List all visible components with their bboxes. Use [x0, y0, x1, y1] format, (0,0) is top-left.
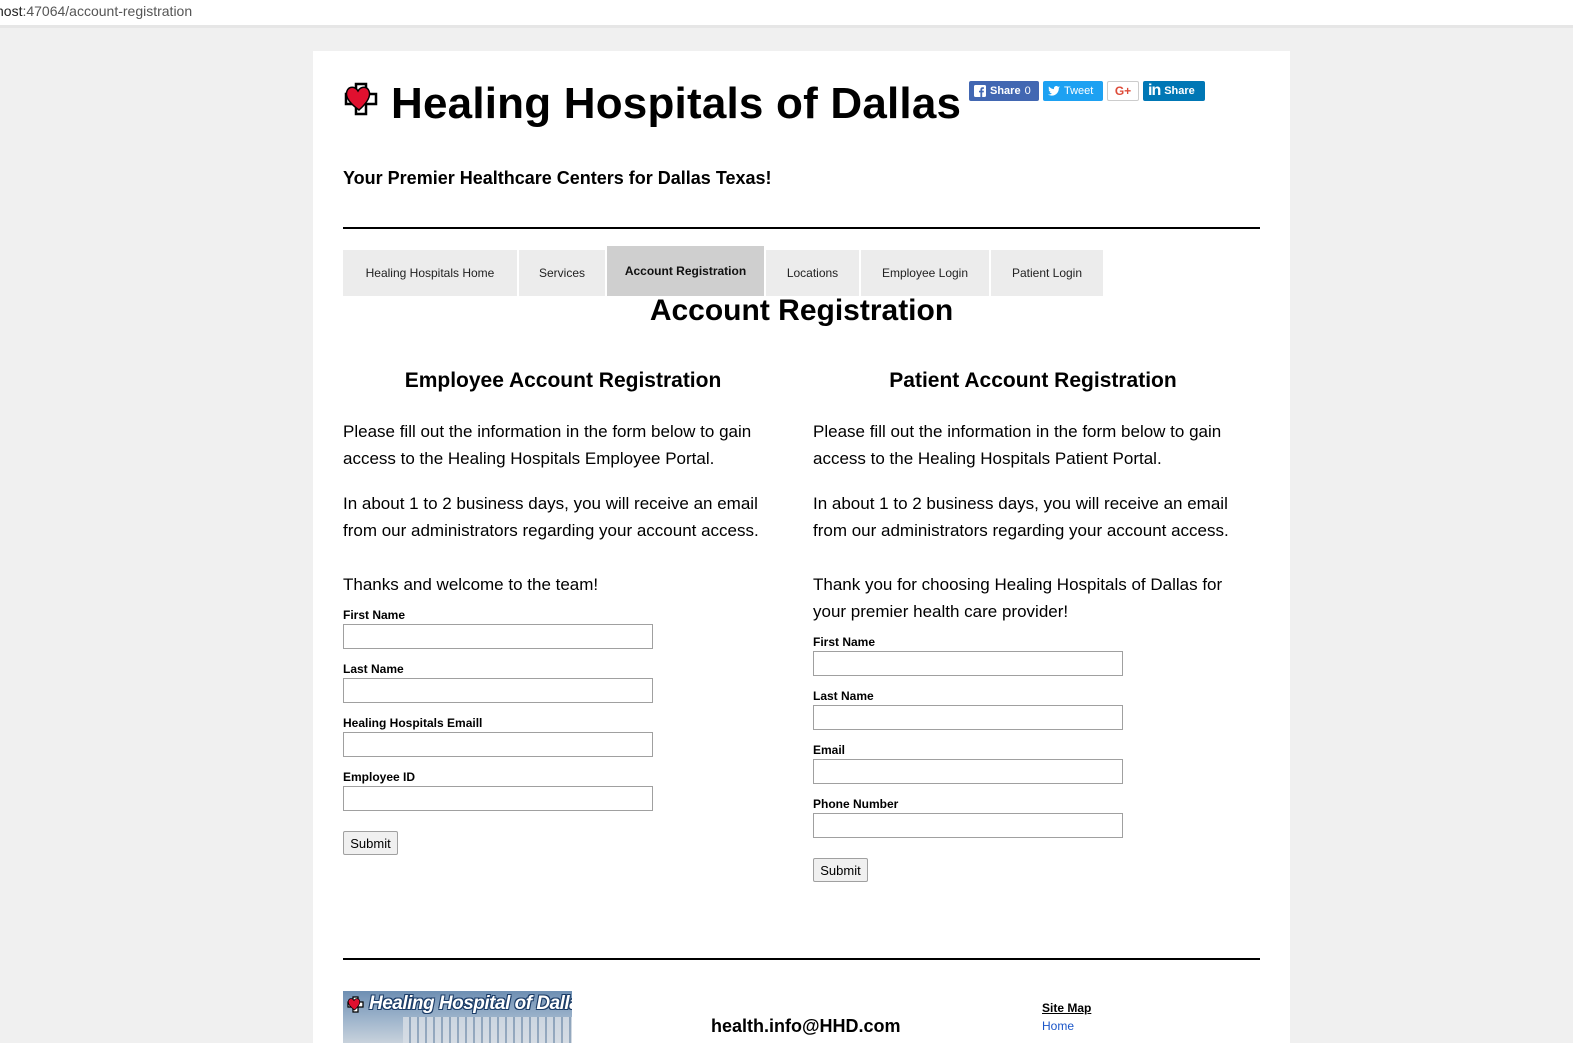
patient-first-name-input[interactable] [813, 651, 1123, 676]
employee-last-name-label: Last Name [343, 662, 404, 676]
googleplus-share-button[interactable]: G+ [1107, 81, 1139, 101]
patient-registration-section: Patient Account Registration Please fill… [813, 369, 1253, 882]
tweet-label: Tweet [1064, 85, 1094, 97]
nav-item-account-registration[interactable]: Account Registration [607, 246, 764, 296]
footer-banner-text: Healing Hospital of Dallas [369, 993, 572, 1014]
patient-registration-heading: Patient Account Registration [889, 369, 1177, 392]
url-path: :47064/account-registration [22, 3, 193, 19]
url-host: host [0, 3, 23, 19]
employee-intro-text: Please fill out the information in the f… [343, 422, 752, 468]
employee-welcome-text: Thanks and welcome to the team! [343, 575, 599, 594]
patient-email-input[interactable] [813, 759, 1123, 784]
page-container: Healing Hospitals of Dallas Share 0 Twee… [313, 51, 1290, 1043]
employee-last-name-input[interactable] [343, 678, 653, 703]
nav-item-locations[interactable]: Locations [766, 250, 859, 296]
site-title: Healing Hospitals of Dallas [391, 79, 962, 128]
employee-email-input[interactable] [343, 732, 653, 757]
patient-thanks-text: Thank you for choosing Healing Hospitals… [813, 575, 1223, 621]
employee-first-name-label: First Name [343, 608, 406, 622]
employee-submit-button[interactable]: Submit [343, 831, 398, 855]
header-divider [343, 227, 1260, 229]
linkedin-share-label: Share [1164, 85, 1195, 97]
employee-first-name-input[interactable] [343, 624, 653, 649]
main-nav: Healing Hospitals Home Services Account … [343, 246, 1105, 296]
patient-phone-label: Phone Number [813, 797, 899, 811]
tweet-button[interactable]: Tweet [1043, 81, 1103, 101]
employee-id-label: Employee ID [343, 770, 416, 784]
facebook-icon [974, 85, 986, 97]
employee-registration-form: First Name Last Name Healing Hospitals E… [343, 607, 783, 855]
patient-timing-text: In about 1 to 2 business days, you will … [813, 494, 1229, 540]
footer-divider [343, 958, 1260, 960]
patient-registration-form: First Name Last Name Email Phone Number … [813, 634, 1253, 882]
patient-phone-input[interactable] [813, 813, 1123, 838]
facebook-share-count: 0 [1024, 85, 1031, 97]
sitemap-link-home[interactable]: Home [1042, 1019, 1074, 1033]
hospital-cross-heart-icon [347, 996, 364, 1013]
footer-banner-image: Healing Hospital of Dallas [343, 991, 572, 1043]
nav-item-patient-login[interactable]: Patient Login [991, 250, 1103, 296]
patient-submit-button[interactable]: Submit [813, 858, 868, 882]
address-bar[interactable]: host:47064/account-registration [0, 0, 1573, 28]
linkedin-icon: in [1148, 82, 1161, 99]
hospital-cross-heart-icon [344, 82, 378, 116]
sitemap-title: Site Map [1042, 1001, 1092, 1015]
employee-registration-section: Employee Account Registration Please fil… [343, 369, 783, 855]
patient-first-name-label: First Name [813, 635, 876, 649]
social-share-bar: Share 0 Tweet G+ in Share [969, 81, 1205, 101]
facebook-share-button[interactable]: Share 0 [969, 81, 1039, 101]
facebook-share-label: Share [990, 85, 1021, 97]
googleplus-icon: G+ [1114, 84, 1132, 98]
employee-email-label: Healing Hospitals Emaill [343, 716, 483, 730]
site-tagline: Your Premier Healthcare Centers for Dall… [343, 168, 772, 188]
patient-intro-text: Please fill out the information in the f… [813, 422, 1222, 468]
employee-id-input[interactable] [343, 786, 653, 811]
patient-last-name-label: Last Name [813, 689, 874, 703]
nav-item-services[interactable]: Services [519, 250, 605, 296]
linkedin-share-button[interactable]: in Share [1143, 81, 1205, 101]
building-graphic [403, 1017, 572, 1043]
nav-item-employee-login[interactable]: Employee Login [861, 250, 989, 296]
nav-item-home[interactable]: Healing Hospitals Home [343, 250, 517, 296]
patient-email-label: Email [813, 743, 846, 757]
page-title: Account Registration [649, 294, 954, 327]
patient-last-name-input[interactable] [813, 705, 1123, 730]
footer-email[interactable]: health.info@HHD.com [711, 1016, 901, 1037]
employee-timing-text: In about 1 to 2 business days, you will … [343, 494, 759, 540]
twitter-icon [1048, 86, 1060, 96]
address-bar-divider [0, 25, 1573, 28]
employee-registration-heading: Employee Account Registration [404, 369, 722, 392]
